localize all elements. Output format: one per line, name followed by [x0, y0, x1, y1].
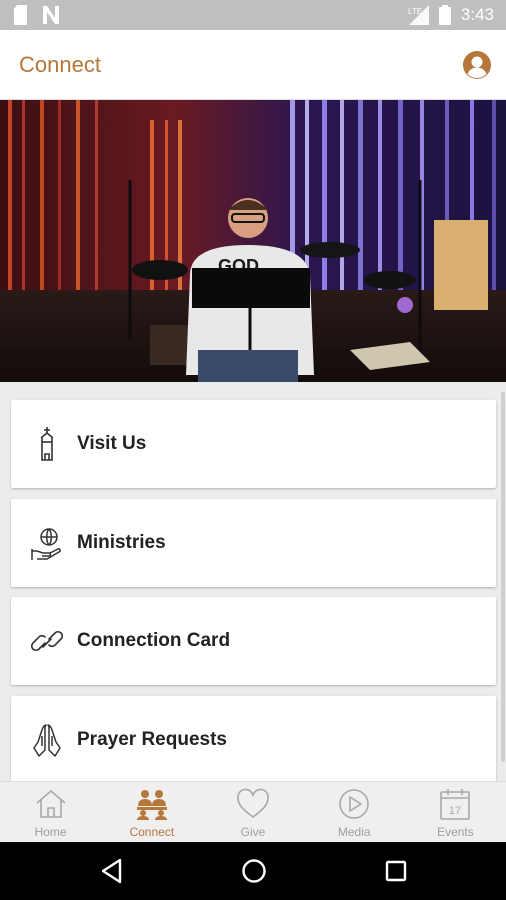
menu-item-label: Connection Card — [77, 630, 231, 651]
praying-hands-icon — [33, 724, 61, 757]
battery-icon — [438, 5, 451, 25]
recents-icon[interactable] — [384, 858, 408, 884]
home-circle-icon[interactable] — [241, 858, 267, 884]
menu-item-label: Ministries — [77, 532, 166, 553]
account-circle-icon[interactable] — [462, 50, 492, 80]
menu-item-label: Prayer Requests — [77, 729, 227, 750]
system-nav-bar — [0, 842, 506, 900]
heart-icon — [237, 788, 269, 818]
nav-give[interactable]: Give — [202, 782, 303, 842]
scrollbar[interactable] — [501, 392, 505, 762]
app-bar: Connect — [0, 30, 506, 100]
page-title: Connect — [19, 52, 101, 77]
home-icon — [36, 789, 66, 818]
play-icon — [339, 789, 370, 819]
hand-globe-icon — [31, 528, 61, 560]
back-icon[interactable] — [100, 858, 124, 884]
hero-image: GOD — [0, 100, 506, 382]
clock: 3:43 — [460, 5, 494, 24]
menu-item-label: Visit Us — [77, 433, 147, 454]
nav-connect-label: Connect — [129, 825, 175, 839]
calendar-day: 17 — [449, 805, 461, 817]
svg-text:LTE: LTE — [408, 7, 422, 16]
nav-connect[interactable]: Connect — [101, 782, 202, 842]
nav-events-label: Events — [437, 825, 474, 839]
link-icon — [31, 630, 63, 652]
menu-item-prayer-requests[interactable]: Prayer Requests — [11, 696, 496, 781]
lte-signal-icon: LTE — [408, 5, 429, 25]
calendar-icon: 17 — [440, 789, 471, 820]
menu-item-visit-us[interactable]: Visit Us — [11, 400, 496, 488]
nav-home[interactable]: Home — [0, 782, 101, 842]
church-steeple-icon — [40, 427, 54, 461]
nav-events[interactable]: 17 Events — [405, 782, 506, 842]
status-bar: LTE 3:43 — [0, 0, 506, 30]
menu-item-connection-card[interactable]: Connection Card — [11, 597, 496, 685]
bottom-nav: Home Connect Give Media 17 Events — [0, 781, 506, 842]
nav-media-label: Media — [337, 825, 371, 839]
menu-item-ministries[interactable]: Ministries — [11, 499, 496, 587]
n-notification-icon — [43, 6, 59, 24]
sd-card-icon — [14, 5, 27, 25]
nav-give-label: Give — [240, 825, 266, 839]
menu-list: Visit Us Ministries Connection Card Pray… — [0, 382, 506, 781]
people-icon — [136, 790, 167, 820]
nav-media[interactable]: Media — [304, 782, 405, 842]
nav-home-label: Home — [34, 825, 67, 839]
